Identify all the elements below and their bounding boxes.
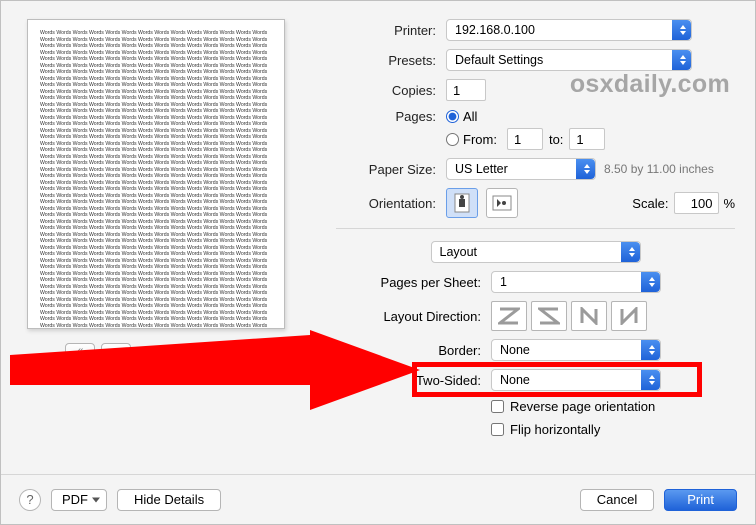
pdf-menu-button[interactable]: PDF [51,489,107,511]
layout-dir-4-button[interactable] [611,301,647,331]
copies-input[interactable] [446,79,486,101]
printer-label: Printer: [336,23,446,38]
layout-dir-3-button[interactable] [571,301,607,331]
pages-label: Pages: [336,109,446,124]
portrait-icon [454,193,470,213]
cancel-button[interactable]: Cancel [580,489,654,511]
reverse-label: Reverse page orientation [510,399,655,414]
footer: ? PDF Hide Details Cancel Print [1,474,755,524]
page-preview: Words Words Words Words Words Words Word… [27,19,285,329]
help-button[interactable]: ? [19,489,41,511]
print-dialog: Words Words Words Words Words Words Word… [0,0,756,525]
orientation-landscape-button[interactable] [486,188,518,218]
two-sided-select[interactable]: None [491,369,661,391]
paper-size-select[interactable]: US Letter [446,158,596,180]
pages-per-sheet-select[interactable]: 1 [491,271,661,293]
preview-text: Words Words Words Words Words Words Word… [40,30,272,329]
flip-horizontally-checkbox[interactable] [491,423,504,436]
orientation-label: Orientation: [336,196,446,211]
pager: « ‹ 1 of 3 › » [21,343,316,361]
preview-column: Words Words Words Words Words Words Word… [21,19,316,445]
two-sided-label: Two-Sided: [336,373,491,388]
all-label: All [463,109,477,124]
panel-select[interactable]: Layout [431,241,641,263]
border-select[interactable]: None [491,339,661,361]
layout-direction-label: Layout Direction: [336,309,491,324]
last-page-button[interactable]: » [242,343,272,361]
to-label: to: [549,132,563,147]
layout-s-icon [538,307,560,325]
presets-select[interactable]: Default Settings [446,49,692,71]
pages-per-sheet-label: Pages per Sheet: [336,275,491,290]
next-page-button[interactable]: › [206,343,236,361]
from-label: From: [463,132,497,147]
from-input[interactable] [507,128,543,150]
to-input[interactable] [569,128,605,150]
scale-label: Scale: [632,196,668,211]
printer-select[interactable]: 192.168.0.100 [446,19,692,41]
reverse-orientation-checkbox[interactable] [491,400,504,413]
border-label: Border: [336,343,491,358]
percent-label: % [723,196,735,211]
separator [336,228,735,229]
page-info: 1 of 3 [153,345,183,359]
layout-n2-icon [618,307,640,325]
paper-size-label: Paper Size: [336,162,446,177]
print-button[interactable]: Print [664,489,737,511]
scale-input[interactable] [674,192,719,214]
orientation-portrait-button[interactable] [446,188,478,218]
flip-label: Flip horizontally [510,422,600,437]
prev-page-button[interactable]: ‹ [101,343,131,361]
copies-label: Copies: [336,83,446,98]
pages-all-radio[interactable] [446,110,459,123]
layout-dir-1-button[interactable] [491,301,527,331]
landscape-icon [492,195,512,211]
presets-label: Presets: [336,53,446,68]
layout-n-icon [578,307,600,325]
layout-z-icon [498,307,520,325]
paper-dimensions: 8.50 by 11.00 inches [604,162,714,176]
layout-dir-2-button[interactable] [531,301,567,331]
pages-from-radio[interactable] [446,133,459,146]
first-page-button[interactable]: « [65,343,95,361]
form-column: Printer: 192.168.0.100 Presets: Default … [316,19,735,445]
hide-details-button[interactable]: Hide Details [117,489,221,511]
